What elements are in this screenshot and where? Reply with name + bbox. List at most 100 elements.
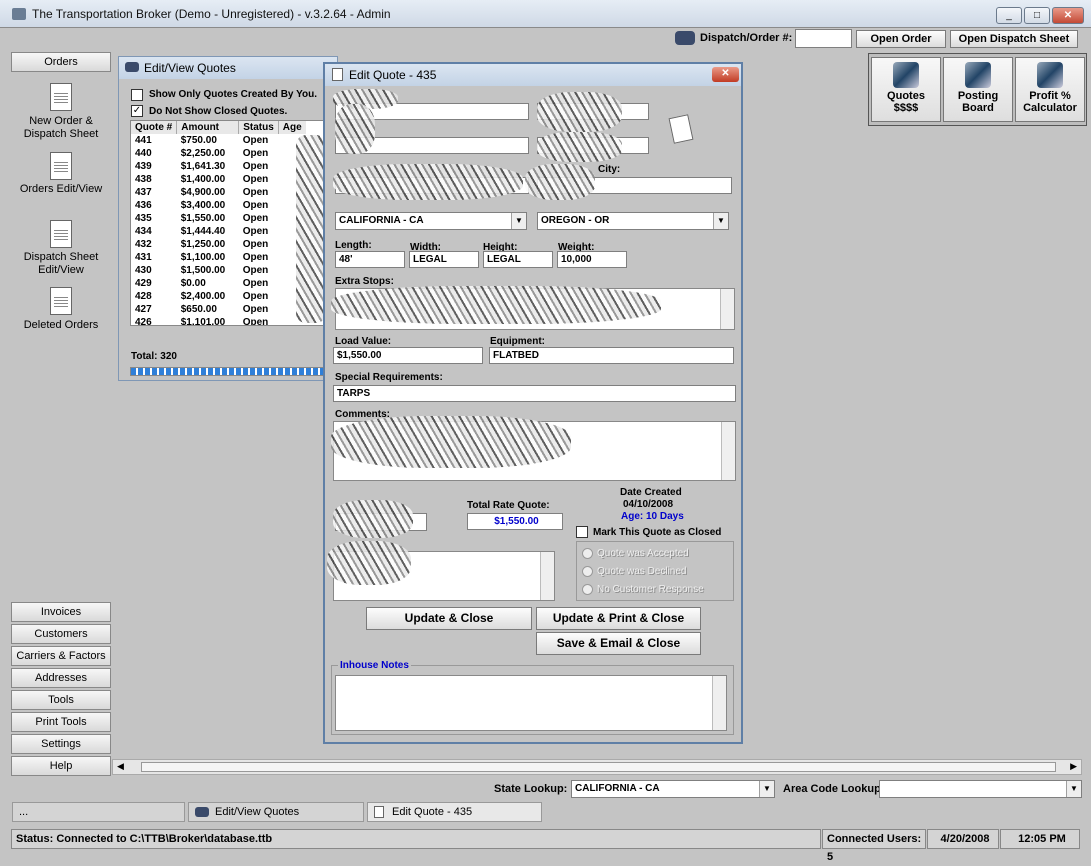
open-dispatch-button[interactable]: Open Dispatch Sheet: [950, 30, 1078, 48]
equipment-field[interactable]: FLATBED: [489, 347, 734, 364]
show-own-checkbox[interactable]: [131, 89, 143, 101]
scroll-left-icon[interactable]: ◀: [117, 761, 124, 772]
scroll-right-icon[interactable]: ▶: [1070, 761, 1077, 772]
col-age[interactable]: Age: [278, 121, 305, 134]
open-order-button[interactable]: Open Order: [856, 30, 946, 48]
save-email-close-button[interactable]: Save & Email & Close: [536, 632, 701, 655]
sidebar-addresses[interactable]: Addresses: [11, 668, 111, 688]
col-amount[interactable]: Amount: [176, 121, 240, 134]
status-users: Connected Users: 5: [822, 829, 926, 863]
update-close-button[interactable]: Update & Close: [366, 607, 532, 630]
document-icon[interactable]: [50, 83, 72, 111]
state-lookup-select[interactable]: CALIFORNIA - CA ▼: [571, 780, 775, 798]
table-row[interactable]: 437 $4,900.00 Open: [131, 186, 306, 199]
table-cell: Open: [242, 174, 269, 185]
hide-closed-checkbox[interactable]: ✓: [131, 105, 143, 117]
sidebar-item-dispatch-edit[interactable]: Dispatch Sheet Edit/View: [11, 251, 111, 277]
length-field[interactable]: 48': [335, 251, 405, 268]
taskbar-edit-quote[interactable]: Edit Quote - 435: [367, 802, 542, 822]
dialog-close-button[interactable]: ✕: [712, 67, 739, 82]
area-code-label: Area Code Lookup:: [783, 783, 885, 795]
sidebar-orders-header[interactable]: Orders: [11, 52, 111, 72]
update-print-close-button[interactable]: Update & Print & Close: [536, 607, 701, 630]
table-row[interactable]: 440 $2,250.00 Open: [131, 147, 306, 160]
mark-closed-checkbox[interactable]: [576, 526, 588, 538]
total-rate-field[interactable]: $1,550.00: [467, 513, 563, 530]
table-cell: 426: [135, 317, 152, 326]
table-row[interactable]: 427 $650.00 Open: [131, 303, 306, 316]
table-cell: $1,500.00: [180, 265, 226, 276]
scrollbar[interactable]: [720, 289, 734, 329]
sidebar-customers[interactable]: Customers: [11, 624, 111, 644]
table-cell: Open: [242, 148, 269, 159]
chevron-down-icon[interactable]: ▼: [759, 781, 774, 797]
close-button[interactable]: ✕: [1052, 7, 1084, 24]
table-row[interactable]: 428 $2,400.00 Open: [131, 290, 306, 303]
scrollbar[interactable]: [540, 552, 554, 600]
age-value: Age: 10 Days: [621, 511, 684, 522]
origin-state-select[interactable]: CALIFORNIA - CA ▼: [335, 212, 527, 230]
sidebar-help[interactable]: Help: [11, 756, 111, 776]
col-status[interactable]: Status: [238, 121, 279, 134]
quotes-total: Total: 320: [131, 351, 177, 362]
load-value-field[interactable]: $1,550.00: [333, 347, 483, 364]
app-title: The Transportation Broker (Demo - Unregi…: [32, 7, 391, 21]
table-cell: $1,400.00: [180, 174, 226, 185]
sidebar-item-orders-edit[interactable]: Orders Edit/View: [11, 183, 111, 196]
inhouse-notes-textarea[interactable]: [335, 675, 727, 731]
profit-calculator-label: Profit % Calculator: [1023, 90, 1077, 114]
table-row[interactable]: 431 $1,100.00 Open: [131, 251, 306, 264]
sidebar-item-new-order[interactable]: New Order & Dispatch Sheet: [11, 115, 111, 141]
dispatch-input[interactable]: [795, 29, 852, 48]
dest-state-select[interactable]: OREGON - OR ▼: [537, 212, 729, 230]
sidebar-settings[interactable]: Settings: [11, 734, 111, 754]
weight-field[interactable]: 10,000: [557, 251, 627, 268]
binoculars-icon: [125, 62, 139, 72]
scrollbar[interactable]: [712, 676, 726, 730]
profit-calculator-tile[interactable]: Profit % Calculator: [1015, 57, 1085, 122]
chevron-down-icon[interactable]: ▼: [511, 213, 526, 229]
posting-board-tile[interactable]: Posting Board: [943, 57, 1013, 122]
sidebar-carriers[interactable]: Carriers & Factors: [11, 646, 111, 666]
table-cell: Open: [242, 213, 269, 224]
sidebar-print-tools[interactable]: Print Tools: [11, 712, 111, 732]
table-row[interactable]: 436 $3,400.00 Open: [131, 199, 306, 212]
scrollbar[interactable]: [721, 422, 735, 480]
sidebar-tools[interactable]: Tools: [11, 690, 111, 710]
document-pen-icon[interactable]: [50, 152, 72, 180]
taskbar-more[interactable]: ...: [12, 802, 185, 822]
quotes-tile[interactable]: Quotes $$$$: [871, 57, 941, 122]
binoculars-icon: [195, 807, 209, 818]
area-code-select[interactable]: ▼: [879, 780, 1082, 798]
scroll-thumb[interactable]: [141, 762, 1056, 772]
table-row[interactable]: 434 $1,444.40 Open: [131, 225, 306, 238]
col-quote[interactable]: Quote #: [131, 121, 178, 134]
table-row[interactable]: 429 $0.00 Open: [131, 277, 306, 290]
document-icon[interactable]: [50, 287, 72, 315]
chevron-down-icon[interactable]: ▼: [1066, 781, 1081, 797]
taskbar-edit-view-quotes[interactable]: Edit/View Quotes: [188, 802, 364, 822]
table-cell: $2,400.00: [180, 291, 226, 302]
table-row[interactable]: 430 $1,500.00 Open: [131, 264, 306, 277]
table-row[interactable]: 432 $1,250.00 Open: [131, 238, 306, 251]
sidebar-item-deleted-orders[interactable]: Deleted Orders: [11, 319, 111, 331]
radio-accepted[interactable]: [582, 548, 593, 559]
table-row[interactable]: 435 $1,550.00 Open: [131, 212, 306, 225]
special-field[interactable]: TARPS: [333, 385, 736, 402]
progress-bar: [130, 367, 339, 376]
quotes-table: Quote # Amount Status Age 441 $750.00 Open…: [130, 120, 339, 326]
chevron-down-icon[interactable]: ▼: [713, 213, 728, 229]
horizontal-scrollbar[interactable]: ◀ ▶: [112, 759, 1082, 775]
height-field[interactable]: LEGAL: [483, 251, 553, 268]
table-row[interactable]: 426 $1,101.00 Open: [131, 316, 306, 326]
radio-declined[interactable]: [582, 566, 593, 577]
table-row[interactable]: 439 $1,641.30 Open: [131, 160, 306, 173]
sidebar-invoices[interactable]: Invoices: [11, 602, 111, 622]
radio-no-response[interactable]: [582, 584, 593, 595]
maximize-button[interactable]: □: [1024, 7, 1050, 24]
table-row[interactable]: 438 $1,400.00 Open: [131, 173, 306, 186]
width-field[interactable]: LEGAL: [409, 251, 479, 268]
table-row[interactable]: 441 $750.00 Open: [131, 134, 306, 147]
document-pen-icon[interactable]: [50, 220, 72, 248]
minimize-button[interactable]: _: [996, 7, 1022, 24]
